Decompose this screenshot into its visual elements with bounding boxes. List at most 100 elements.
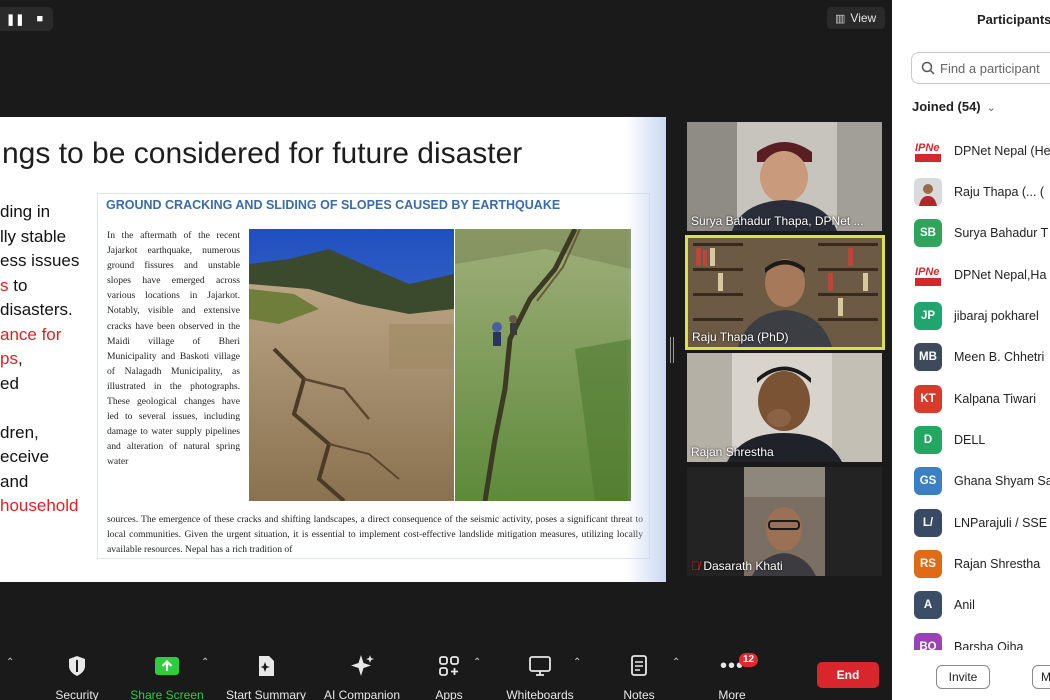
- start-summary-button[interactable]: Start Summary: [221, 653, 311, 700]
- invite-button[interactable]: Invite: [936, 665, 990, 689]
- photo-slope-crack-right: [455, 229, 631, 501]
- participant-name: Barsha Ojha: [954, 639, 1024, 651]
- search-icon: [921, 61, 935, 75]
- video-tile-active-speaker[interactable]: Raju Thapa (PhD): [685, 235, 885, 350]
- participant-name: Rajan Shrestha: [954, 556, 1041, 571]
- bullet-black-fragment: to: [8, 275, 28, 295]
- more-label: More: [718, 688, 746, 700]
- bullet-line: and: [0, 471, 29, 491]
- share-screen-icon: [155, 657, 179, 675]
- panel-title: Participants: [977, 12, 1050, 27]
- video-tile[interactable]: Surya Bahadur Thapa, DPNet ...: [687, 122, 882, 231]
- start-summary-label: Start Summary: [225, 688, 306, 700]
- participant-list: IPNe DPNet Nepal (He Raju Thapa (... ( S…: [892, 130, 1050, 650]
- participant-row[interactable]: BO Barsha Ojha: [892, 626, 1050, 650]
- chevron-up-icon[interactable]: ⌃: [6, 657, 14, 668]
- bullet-black-fragment: ,: [17, 349, 23, 368]
- security-label: Security: [55, 688, 99, 700]
- meeting-stage: ❚❚ ■ ▥ View ngs to be considered for fut…: [0, 0, 892, 700]
- bullet-line: eceive: [0, 447, 50, 466]
- notes-button[interactable]: Notes: [594, 653, 684, 700]
- stop-icon[interactable]: ■: [36, 13, 43, 25]
- view-button[interactable]: ▥ View: [827, 7, 885, 29]
- video-tile[interactable]: 🎙̸ Dasarath Khati: [687, 467, 882, 576]
- participant-row[interactable]: Raju Thapa (... (: [892, 171, 1050, 212]
- view-layout-icon: ▥: [835, 12, 846, 25]
- participant-name: Raju Thapa (PhD): [692, 330, 789, 344]
- chevron-up-icon[interactable]: ⌃: [573, 657, 581, 668]
- svg-text:IPNe: IPNe: [915, 142, 939, 154]
- participant-row[interactable]: D DELL: [892, 419, 1050, 460]
- share-screen-label: Share Screen: [130, 688, 204, 700]
- share-screen-button[interactable]: Share Screen: [122, 653, 212, 700]
- joined-count-label: Joined (54): [912, 99, 981, 114]
- shield-icon: [69, 656, 85, 676]
- mute-all-button[interactable]: M: [1032, 665, 1050, 689]
- participant-row[interactable]: GS Ghana Shyam Sa: [892, 460, 1050, 501]
- video-tile[interactable]: Rajan Shrestha: [687, 353, 882, 462]
- chevron-up-icon[interactable]: ⌃: [473, 657, 481, 668]
- participant-row[interactable]: JP jibaraj pokharel: [892, 295, 1050, 336]
- participant-row[interactable]: IPNe DPNet Nepal (He: [892, 130, 1050, 171]
- participant-name: Dasarath Khati: [703, 559, 783, 573]
- bullet-line: ps,: [0, 347, 95, 372]
- meeting-toolbar: ⌃ Security Share Screen ⌃ Start Summary …: [0, 648, 892, 700]
- shared-screen: ngs to be considered for future disaster…: [0, 117, 666, 582]
- sparkle-icon: [351, 655, 374, 676]
- search-input[interactable]: [940, 60, 1050, 76]
- participant-name: LNParajuli / SSE: [954, 515, 1048, 530]
- whiteboard-icon: [529, 656, 551, 676]
- document-column-text: In the aftermath of the recent Jajarkot …: [107, 230, 240, 468]
- embedded-document: GROUND CRACKING AND SLIDING OF SLOPES CA…: [97, 193, 650, 559]
- participant-row[interactable]: A Anil: [892, 584, 1050, 625]
- participant-name: Raju Thapa (... (: [954, 184, 1045, 199]
- svg-text:IPNe: IPNe: [915, 266, 939, 278]
- ai-companion-button[interactable]: AI Companion: [317, 653, 407, 700]
- avatar: JP: [914, 301, 942, 330]
- participant-name: DPNet Nepal,Ha: [954, 267, 1047, 282]
- participant-search[interactable]: [911, 52, 1050, 84]
- dpnet-logo-icon: IPNe: [914, 136, 942, 165]
- splitter-handle[interactable]: [670, 337, 674, 363]
- avatar: SB: [914, 218, 942, 247]
- avatar: D: [914, 425, 942, 454]
- participant-row[interactable]: MB Meen B. Chhetri: [892, 336, 1050, 377]
- avatar: A: [914, 590, 942, 619]
- participant-row[interactable]: L/ LNParajuli / SSE: [892, 502, 1050, 543]
- mic-muted-icon: 🎙̸: [691, 559, 700, 573]
- whiteboards-button[interactable]: Whiteboards: [495, 653, 585, 700]
- bullet-line: ess issues: [0, 251, 80, 270]
- notification-badge: 12: [739, 653, 759, 667]
- participant-name: Surya Bahadur T: [954, 225, 1049, 240]
- participant-name: Rajan Shrestha: [691, 445, 774, 459]
- pause-icon[interactable]: ❚❚: [6, 13, 24, 26]
- participant-row[interactable]: RS Rajan Shrestha: [892, 543, 1050, 584]
- participant-name: jibaraj pokharel: [954, 308, 1039, 323]
- more-button[interactable]: ••• 12 More: [687, 653, 777, 700]
- joined-section-header[interactable]: Joined (54) ⌄: [912, 99, 996, 114]
- participant-row[interactable]: SB Surya Bahadur T: [892, 212, 1050, 253]
- participants-panel: Participants Joined (54) ⌄ IPNe DPNet Nep…: [892, 0, 1050, 700]
- participant-name: Kalpana Tiwari: [954, 391, 1036, 406]
- bullet-line: disasters.: [0, 300, 73, 319]
- avatar: RS: [914, 549, 942, 578]
- participant-name-muted: 🎙̸ Dasarath Khati: [691, 559, 783, 573]
- bullet-line: [0, 396, 95, 421]
- participant-row[interactable]: IPNe DPNet Nepal,Ha: [892, 254, 1050, 295]
- apps-icon: [439, 656, 459, 676]
- chevron-up-icon[interactable]: ⌃: [201, 657, 209, 668]
- slide-bullets: ding in lly stable ess issues s to disas…: [0, 200, 95, 519]
- chevron-up-icon[interactable]: ⌃: [672, 657, 680, 668]
- end-meeting-button[interactable]: End: [817, 662, 879, 688]
- bullet-line: dren,: [0, 422, 39, 442]
- slide-title: ngs to be considered for future disaster: [2, 137, 523, 170]
- bullet-line: ed: [0, 373, 19, 393]
- bullet-line: s to: [0, 274, 95, 299]
- chevron-down-icon: ⌄: [986, 102, 996, 114]
- security-button[interactable]: Security: [32, 653, 122, 700]
- participant-name: Ghana Shyam Sa: [954, 473, 1050, 488]
- photo-ground-crack-left: [249, 229, 454, 501]
- avatar: KT: [914, 384, 942, 413]
- bullet-line: household: [0, 496, 79, 515]
- participant-row[interactable]: KT Kalpana Tiwari: [892, 378, 1050, 419]
